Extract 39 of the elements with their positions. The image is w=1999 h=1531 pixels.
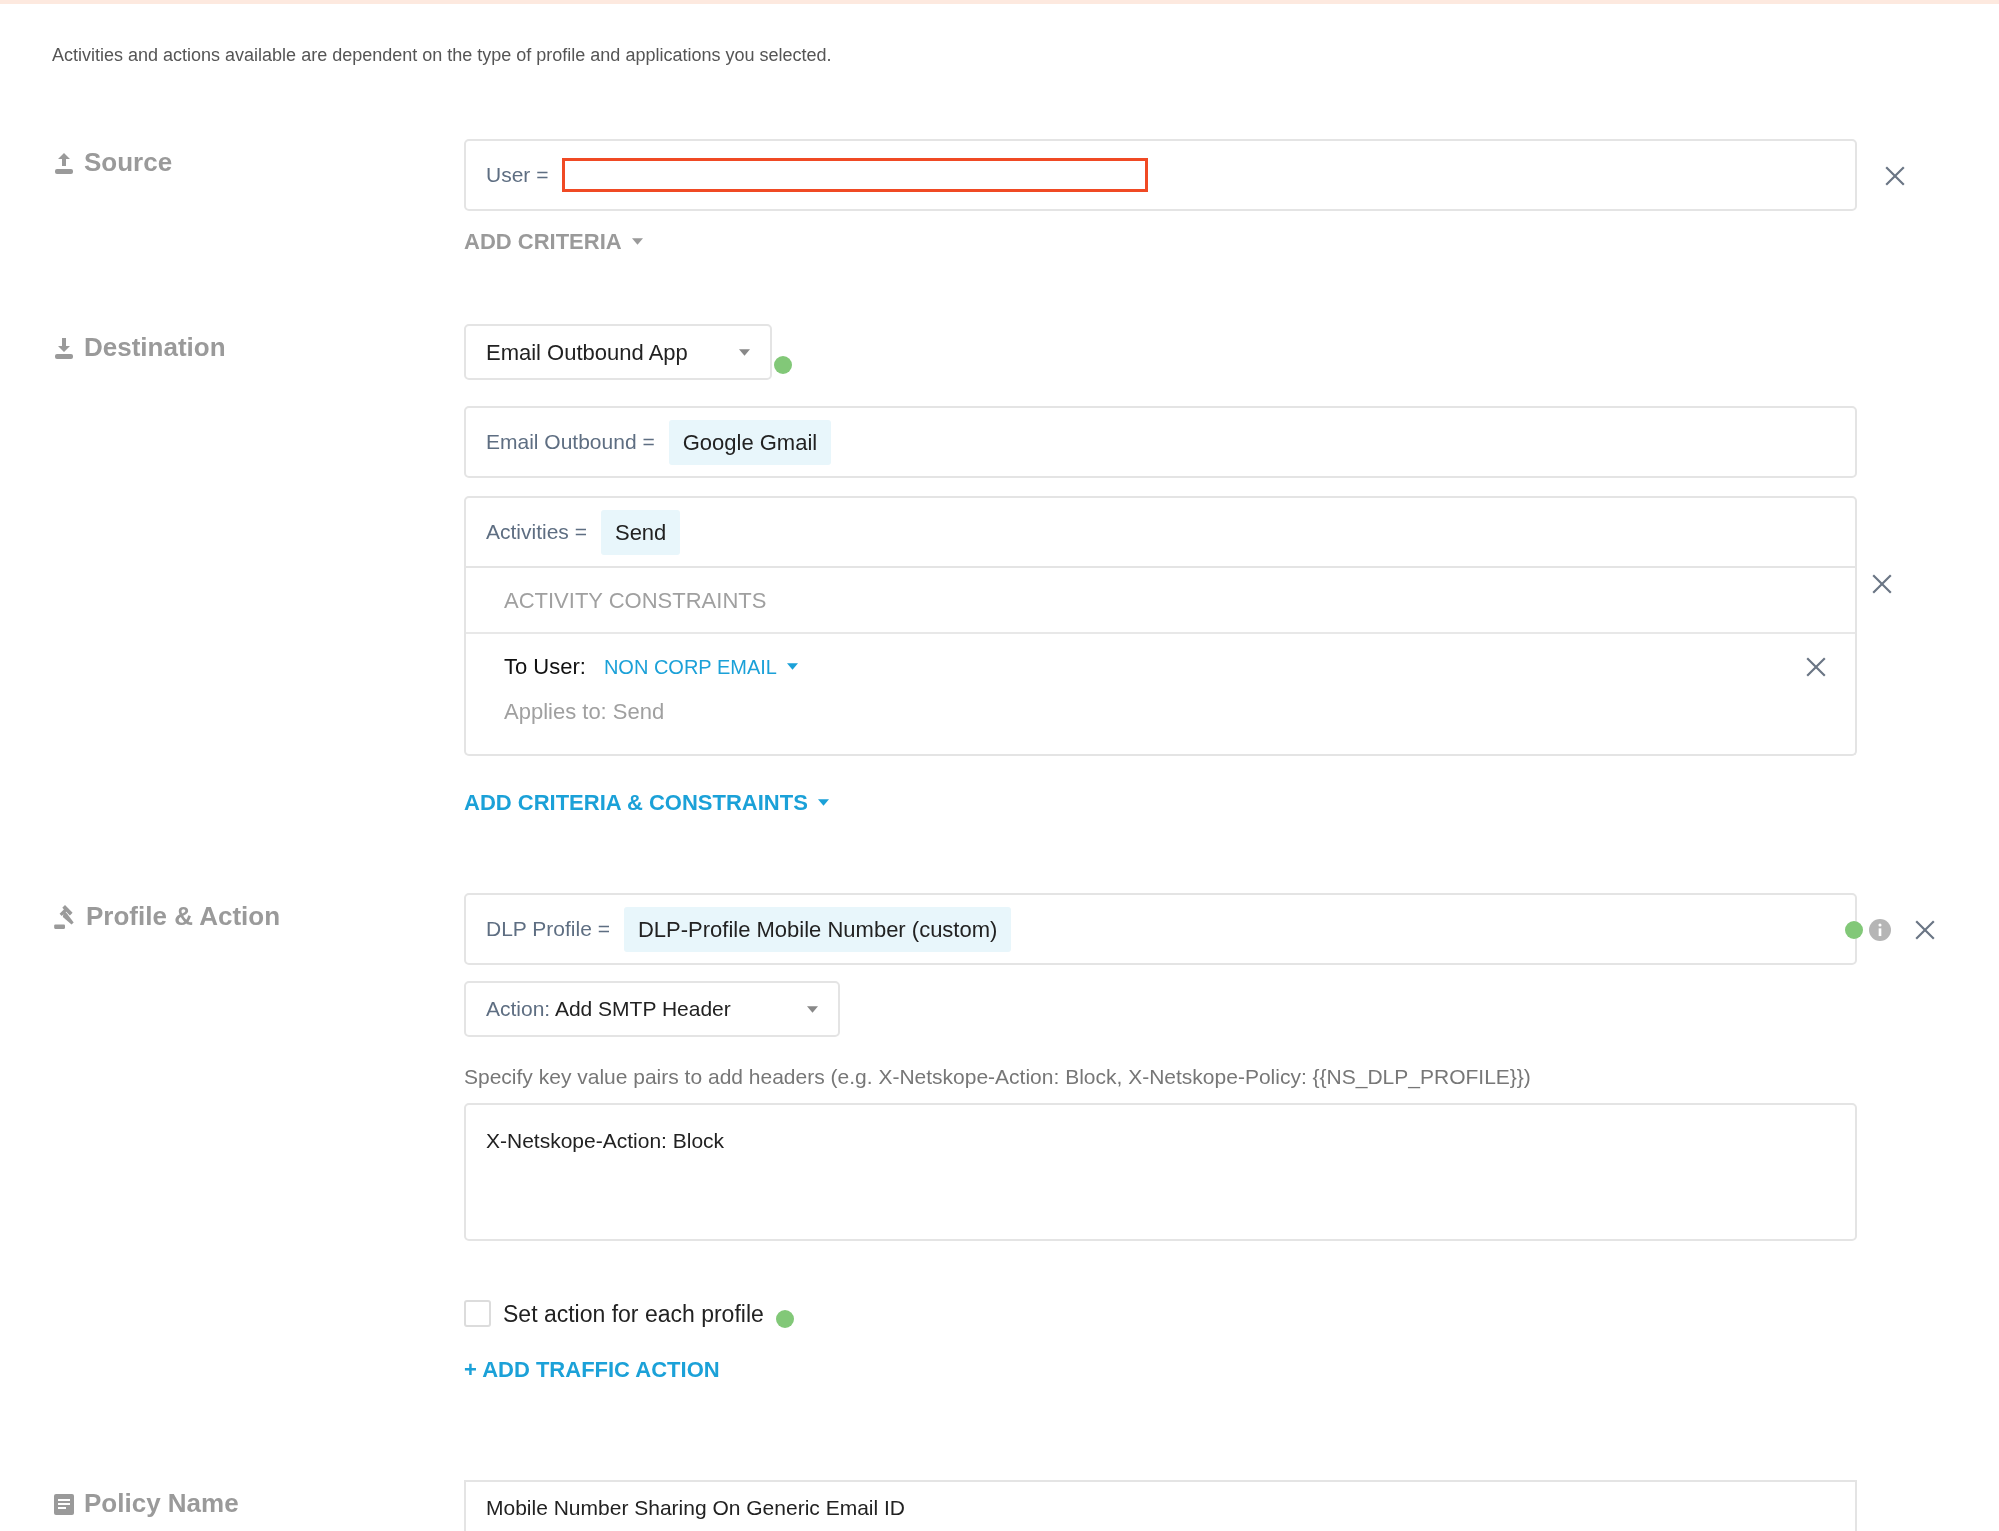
caret-icon [631, 238, 643, 245]
policy-name-field[interactable]: Mobile Number Sharing On Generic Email ID [464, 1480, 1857, 1531]
section-title: Profile & Action [86, 900, 281, 933]
constraint-label: To User: [504, 653, 586, 681]
close-button[interactable] [1805, 655, 1827, 678]
caret-icon [817, 799, 829, 806]
criteria-field[interactable]: User = [464, 139, 1857, 211]
headers-textarea[interactable]: X-Netskope-Action: Block [464, 1102, 1857, 1241]
panel-heading: ACTIVITY CONSTRAINTS [466, 568, 1855, 634]
field-label: DLP Profile = [486, 916, 610, 943]
close-button[interactable] [1913, 918, 1937, 942]
document-icon [52, 1491, 76, 1516]
value-chip: Google Gmail [668, 419, 832, 465]
applies-text: Applies to: Send [504, 698, 666, 726]
caret-icon [739, 348, 750, 356]
description-text: Activities and actions available are dependent on the type of profile and applications you selected. [52, 44, 833, 67]
field-label: Activities = [486, 519, 587, 546]
close-button[interactable] [1871, 573, 1893, 595]
app-dropdown[interactable]: Email Outbound App [464, 324, 772, 380]
caret-icon [807, 1005, 818, 1013]
field-label: User = [486, 162, 549, 189]
field-label: Email Outbound = [486, 429, 655, 456]
criteria-field[interactable]: DLP Profile = DLP-Profile Mobile Number (custom) [464, 893, 1857, 965]
criteria-field[interactable]: Activities = Send [464, 496, 1857, 568]
upload-icon [52, 150, 76, 175]
section-title: Policy Name [84, 1487, 239, 1520]
download-icon [52, 335, 76, 360]
info-icon [1869, 919, 1891, 941]
value-chip: DLP-Profile Mobile Number (custom) [623, 906, 1012, 952]
checkbox[interactable] [464, 1300, 491, 1328]
checkbox-label: Set action for each profile [503, 1299, 764, 1329]
section-title: Source [84, 146, 173, 179]
caret-icon [786, 663, 798, 670]
criteria-field[interactable]: Email Outbound = Google Gmail [464, 406, 1857, 478]
action-dropdown[interactable]: Action: Add SMTP Header [464, 981, 840, 1037]
close-button[interactable] [1883, 164, 1907, 188]
section-title: Destination [84, 331, 226, 364]
hint-text: Specify key value pairs to add headers (e.g. X-Netskope-Action: Block, X-Netskope-Policy: {{NS_DLP_PROFILE}}) [464, 1064, 1532, 1091]
value-chip: Send [600, 509, 681, 555]
